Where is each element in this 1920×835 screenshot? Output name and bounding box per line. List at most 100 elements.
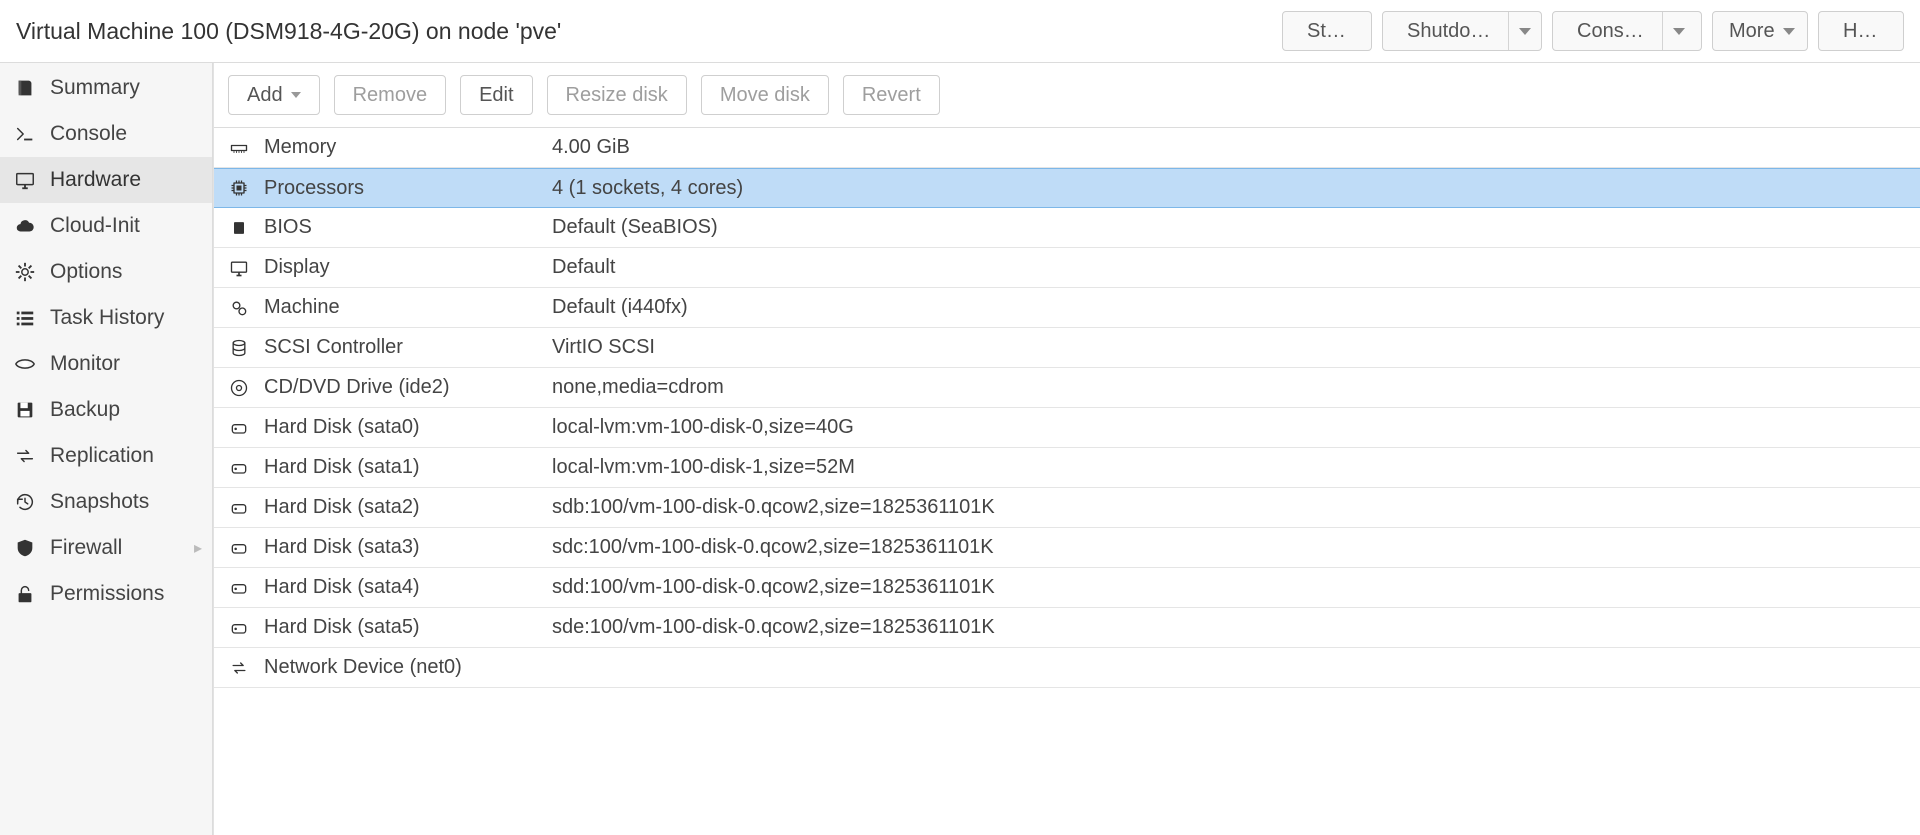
page-title: Virtual Machine 100 (DSM918-4G-20G) on n… [16, 18, 561, 45]
remove-button[interactable]: Remove [334, 75, 446, 115]
hdd-icon [214, 578, 264, 598]
chevron-down-icon [1783, 28, 1795, 35]
shutdown-caret[interactable] [1508, 12, 1541, 50]
monitor-icon [14, 169, 36, 191]
sidebar-item-backup[interactable]: Backup [0, 387, 212, 433]
console-caret[interactable] [1662, 12, 1696, 50]
sidebar-item-console[interactable]: Console [0, 111, 212, 157]
sidebar-item-monitor[interactable]: Monitor [0, 341, 212, 387]
help-label: H… [1843, 20, 1877, 43]
disc-icon [214, 378, 264, 398]
sidebar-item-cloud-init[interactable]: Cloud-Init [0, 203, 212, 249]
more-button[interactable]: More [1712, 11, 1808, 51]
shutdown-button[interactable]: Shutdo… [1382, 11, 1542, 51]
hardware-row[interactable]: CD/DVD Drive (ide2)none,media=cdrom [214, 368, 1920, 408]
hardware-value: Default (i440fx) [544, 296, 1920, 319]
hardware-row[interactable]: Hard Disk (sata3)sdc:100/vm-100-disk-0.q… [214, 528, 1920, 568]
hardware-name: Processors [264, 177, 544, 200]
revert-button[interactable]: Revert [843, 75, 940, 115]
hardware-name: Hard Disk (sata0) [264, 416, 544, 439]
eye-icon [14, 353, 36, 375]
hardware-name: Memory [264, 136, 544, 159]
chevron-right-icon: ▸ [194, 538, 202, 558]
hardware-name: Machine [264, 296, 544, 319]
hardware-row[interactable]: Hard Disk (sata1)local-lvm:vm-100-disk-1… [214, 448, 1920, 488]
chevron-down-icon [291, 92, 301, 98]
start-button[interactable]: St… [1282, 11, 1372, 51]
repl-icon [14, 445, 36, 467]
hardware-grid: Memory4.00 GiBProcessors4 (1 sockets, 4 … [214, 128, 1920, 835]
edit-label: Edit [479, 84, 513, 107]
sidebar-item-options[interactable]: Options [0, 249, 212, 295]
console-button[interactable]: Cons… [1552, 11, 1702, 51]
hardware-name: BIOS [264, 216, 544, 239]
resize-label: Resize disk [566, 84, 668, 107]
sidebar-item-firewall[interactable]: Firewall ▸ [0, 525, 212, 571]
sidebar-item-hardware[interactable]: Hardware [0, 157, 212, 203]
add-label: Add [247, 84, 283, 107]
sidebar-item-label: Replication [50, 444, 154, 468]
hardware-row[interactable]: Memory4.00 GiB [214, 128, 1920, 168]
console-label: Cons… [1577, 20, 1644, 43]
move-disk-button[interactable]: Move disk [701, 75, 829, 115]
sidebar-item-label: Console [50, 122, 127, 146]
hardware-value: sdc:100/vm-100-disk-0.qcow2,size=1825361… [544, 536, 1920, 559]
remove-label: Remove [353, 84, 427, 107]
sidebar-item-replication[interactable]: Replication [0, 433, 212, 479]
shutdown-label: Shutdo… [1407, 20, 1490, 43]
header-actions: St… Shutdo… Cons… More ? H… [1282, 11, 1904, 51]
hardware-name: Hard Disk (sata5) [264, 616, 544, 639]
hardware-row[interactable]: Hard Disk (sata0)local-lvm:vm-100-disk-0… [214, 408, 1920, 448]
terminal-icon [14, 123, 36, 145]
hardware-row[interactable]: SCSI ControllerVirtIO SCSI [214, 328, 1920, 368]
hardware-row[interactable]: Network Device (net0)=Bridge=vmbr0,firew… [214, 648, 1920, 688]
shield-icon [14, 537, 36, 559]
hardware-value: 4.00 GiB [544, 136, 1920, 159]
hardware-value: none,media=cdrom [544, 376, 1920, 399]
edit-button[interactable]: Edit [460, 75, 532, 115]
hardware-toolbar: Add Remove Edit Resize disk Move disk Re… [214, 63, 1920, 128]
hardware-name: Hard Disk (sata2) [264, 496, 544, 519]
add-button[interactable]: Add [228, 75, 320, 115]
start-label: St… [1307, 20, 1346, 43]
hardware-value: Default (SeaBIOS) [544, 216, 1920, 239]
sidebar-item-label: Summary [50, 76, 140, 100]
hardware-row[interactable]: Hard Disk (sata2)sdb:100/vm-100-disk-0.q… [214, 488, 1920, 528]
hardware-name: Network Device (net0) [264, 656, 544, 679]
hardware-value: sdd:100/vm-100-disk-0.qcow2,size=1825361… [544, 576, 1920, 599]
hardware-value: sdb:100/vm-100-disk-0.qcow2,size=1825361… [544, 496, 1920, 519]
sidebar-item-label: Cloud-Init [50, 214, 140, 238]
sidebar-item-label: Firewall [50, 536, 122, 560]
hardware-row[interactable]: Processors4 (1 sockets, 4 cores) [214, 168, 1920, 208]
gears-icon [214, 298, 264, 318]
sidebar-item-task-history[interactable]: Task History [0, 295, 212, 341]
hardware-row[interactable]: Hard Disk (sata5)sde:100/vm-100-disk-0.q… [214, 608, 1920, 648]
floppy-icon [14, 399, 36, 421]
sidebar-item-summary[interactable]: Summary [0, 65, 212, 111]
monitor-icon [214, 258, 264, 278]
history-icon [14, 491, 36, 513]
sidebar-item-label: Backup [50, 398, 120, 422]
db-icon [214, 338, 264, 358]
hardware-name: Hard Disk (sata1) [264, 456, 544, 479]
hardware-row[interactable]: BIOSDefault (SeaBIOS) [214, 208, 1920, 248]
hardware-row[interactable]: DisplayDefault [214, 248, 1920, 288]
sidebar-item-snapshots[interactable]: Snapshots [0, 479, 212, 525]
sidebar-item-permissions[interactable]: Permissions [0, 571, 212, 617]
hardware-row[interactable]: Hard Disk (sata4)sdd:100/vm-100-disk-0.q… [214, 568, 1920, 608]
hardware-name: Display [264, 256, 544, 279]
sidebar-item-label: Snapshots [50, 490, 149, 514]
hardware-name: SCSI Controller [264, 336, 544, 359]
hardware-name: Hard Disk (sata3) [264, 536, 544, 559]
unlock-icon [14, 583, 36, 605]
resize-disk-button[interactable]: Resize disk [547, 75, 687, 115]
hardware-name: CD/DVD Drive (ide2) [264, 376, 544, 399]
hardware-value: 4 (1 sockets, 4 cores) [544, 177, 1920, 200]
sidebar-item-label: Task History [50, 306, 164, 330]
hardware-value: sde:100/vm-100-disk-0.qcow2,size=1825361… [544, 616, 1920, 639]
hardware-row[interactable]: MachineDefault (i440fx) [214, 288, 1920, 328]
hdd-icon [214, 498, 264, 518]
help-button[interactable]: ? H… [1818, 11, 1904, 51]
book-icon [14, 77, 36, 99]
net-icon [214, 658, 264, 678]
